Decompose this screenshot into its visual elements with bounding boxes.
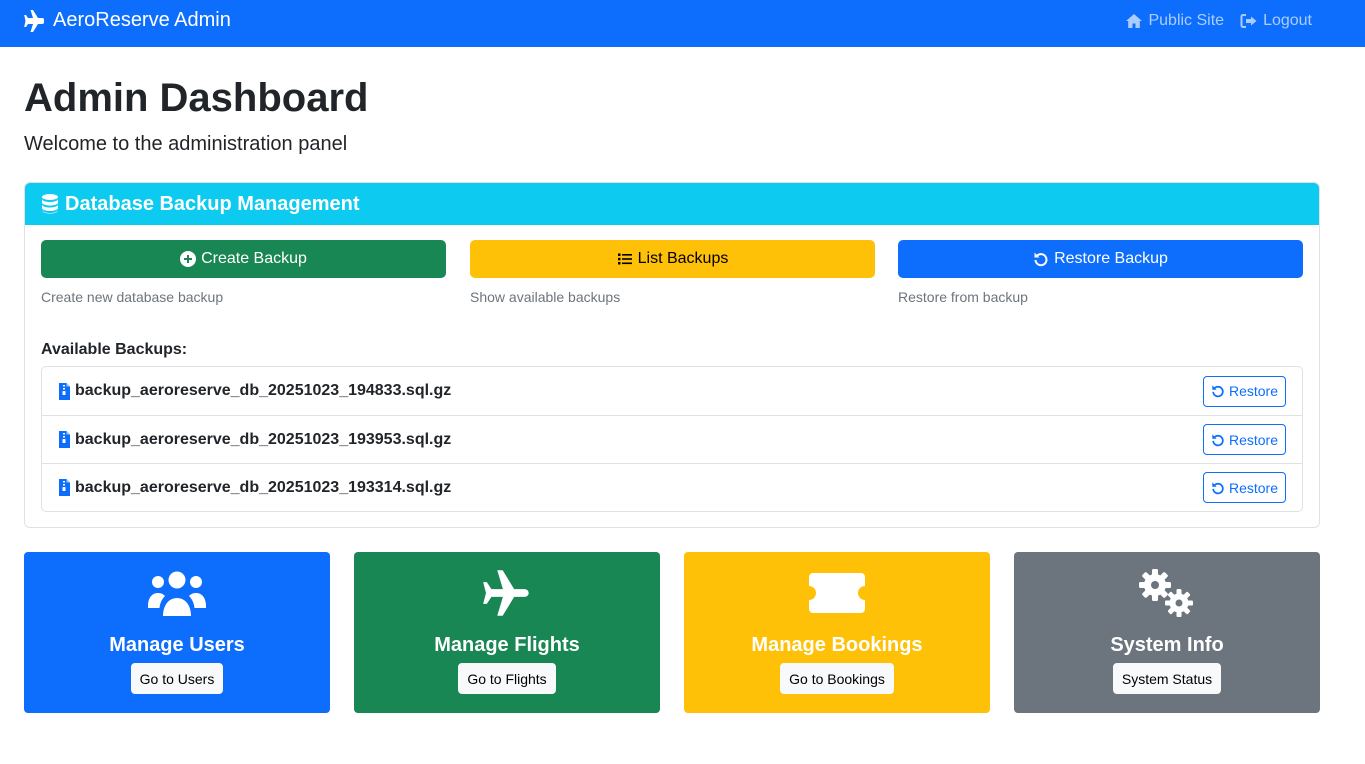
public-site-link[interactable]: Public Site bbox=[1125, 12, 1224, 30]
logout-icon bbox=[1240, 13, 1258, 29]
backup-list-item: backup_aeroreserve_db_20251023_193953.sq… bbox=[42, 415, 1302, 463]
list-backups-description: Show available backups bbox=[470, 289, 621, 305]
public-site-label: Public Site bbox=[1148, 11, 1225, 29]
restore-backup-description: Restore from backup bbox=[898, 289, 1028, 305]
create-backup-button[interactable]: Create Backup bbox=[41, 240, 446, 278]
logout-label: Logout bbox=[1263, 11, 1312, 29]
restore-icon bbox=[1211, 481, 1225, 495]
restore-button[interactable]: Restore bbox=[1203, 424, 1286, 455]
manage-users-tile: Manage Users Go to Users bbox=[24, 552, 330, 713]
backup-file: backup_aeroreserve_db_20251023_194833.sq… bbox=[58, 382, 451, 400]
page-title: Admin Dashboard bbox=[24, 76, 369, 120]
system-info-tile: System Info System Status bbox=[1014, 552, 1320, 713]
restore-icon bbox=[1033, 251, 1050, 268]
navbar-brand[interactable]: AeroReserve Admin bbox=[23, 0, 231, 41]
go-to-flights-button[interactable]: Go to Flights bbox=[458, 663, 556, 694]
brand-label: AeroReserve Admin bbox=[53, 9, 231, 31]
logout-link[interactable]: Logout bbox=[1240, 12, 1312, 30]
restore-backup-label: Restore Backup bbox=[1054, 250, 1168, 267]
restore-button-label: Restore bbox=[1228, 479, 1279, 496]
file-archive-icon bbox=[58, 479, 71, 496]
restore-button-label: Restore bbox=[1228, 431, 1279, 448]
top-navbar: AeroReserve Admin Public Site Logout bbox=[0, 0, 1365, 47]
action-restore: Restore Backup Restore from backup bbox=[898, 240, 1303, 305]
restore-button-label: Restore bbox=[1228, 383, 1279, 399]
list-icon bbox=[617, 251, 634, 268]
nav-links: Public Site Logout bbox=[1125, 0, 1312, 41]
go-to-users-button[interactable]: Go to Users bbox=[130, 663, 224, 694]
system-status-button[interactable]: System Status bbox=[1112, 663, 1222, 694]
backup-management-card: Database Backup Management Create Backup… bbox=[24, 182, 1320, 528]
backup-filename: backup_aeroreserve_db_20251023_194833.sq… bbox=[75, 382, 452, 399]
tile-title: Manage Flights bbox=[434, 634, 580, 656]
backup-actions: Create Backup Create new database backup… bbox=[41, 240, 1303, 310]
plane-icon bbox=[23, 9, 47, 33]
database-icon bbox=[40, 193, 60, 215]
backup-filename: backup_aeroreserve_db_20251023_193314.sq… bbox=[75, 478, 452, 496]
manage-flights-tile: Manage Flights Go to Flights bbox=[354, 552, 660, 713]
plus-circle-icon bbox=[180, 250, 197, 268]
restore-backup-button[interactable]: Restore Backup bbox=[898, 240, 1303, 278]
home-icon bbox=[1125, 13, 1143, 29]
backup-list: backup_aeroreserve_db_20251023_194833.sq… bbox=[41, 366, 1303, 512]
go-to-bookings-button[interactable]: Go to Bookings bbox=[780, 663, 894, 694]
page-subtitle: Welcome to the administration panel bbox=[24, 133, 348, 155]
restore-icon bbox=[1211, 433, 1225, 447]
action-list: List Backups Show available backups bbox=[470, 240, 875, 305]
card-title: Database Backup Management bbox=[65, 192, 360, 215]
backup-list-item: backup_aeroreserve_db_20251023_193314.sq… bbox=[42, 463, 1302, 511]
ticket-icon bbox=[809, 567, 865, 619]
file-archive-icon bbox=[58, 431, 71, 448]
backup-file: backup_aeroreserve_db_20251023_193953.sq… bbox=[58, 431, 451, 449]
tile-title: Manage Users bbox=[109, 634, 245, 656]
file-archive-icon bbox=[58, 382, 71, 400]
backup-file: backup_aeroreserve_db_20251023_193314.sq… bbox=[58, 479, 451, 497]
tile-title: Manage Bookings bbox=[751, 634, 923, 656]
plane-icon bbox=[479, 567, 535, 619]
users-icon bbox=[146, 567, 208, 619]
backup-filename: backup_aeroreserve_db_20251023_193953.sq… bbox=[75, 430, 452, 448]
tile-title: System Info bbox=[1110, 634, 1224, 656]
available-backups-label: Available Backups: bbox=[41, 341, 188, 358]
create-backup-label: Create Backup bbox=[201, 250, 307, 267]
create-backup-description: Create new database backup bbox=[41, 289, 224, 305]
restore-button[interactable]: Restore bbox=[1203, 472, 1286, 503]
backup-list-item: backup_aeroreserve_db_20251023_194833.sq… bbox=[42, 367, 1302, 415]
card-header: Database Backup Management bbox=[25, 183, 1319, 225]
action-create: Create Backup Create new database backup bbox=[41, 240, 446, 305]
manage-bookings-tile: Manage Bookings Go to Bookings bbox=[684, 552, 990, 713]
restore-icon bbox=[1211, 384, 1225, 398]
list-backups-button[interactable]: List Backups bbox=[470, 240, 875, 278]
restore-button[interactable]: Restore bbox=[1203, 375, 1286, 407]
gears-icon bbox=[1135, 567, 1199, 619]
list-backups-label: List Backups bbox=[637, 250, 729, 267]
